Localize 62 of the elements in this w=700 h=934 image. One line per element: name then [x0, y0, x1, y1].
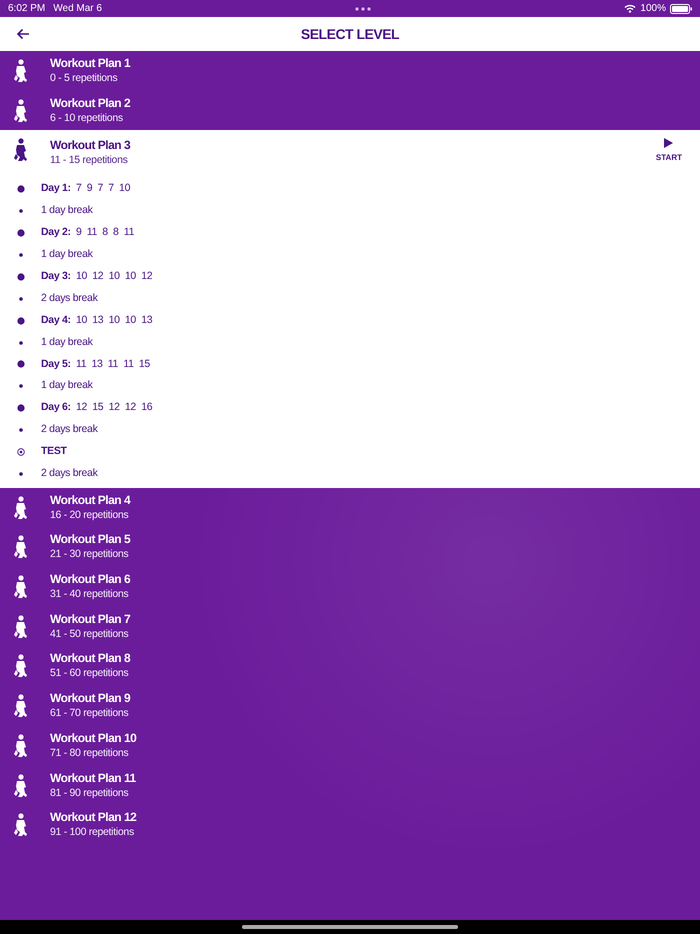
workout-plan-item[interactable]: Workout Plan 7 41 - 50 repetitions	[0, 606, 700, 647]
target-icon	[16, 448, 24, 456]
day-schedule-text: Day 5: 11 13 11 11 15	[41, 356, 150, 372]
battery-icon	[670, 4, 692, 14]
small-dot-icon	[18, 384, 22, 388]
workout-plan-item[interactable]: Workout Plan 11 81 - 90 repetitions	[0, 766, 700, 806]
workout-plan-item[interactable]: Workout Plan 9 61 - 70 repetitions	[0, 686, 700, 726]
small-dot-icon	[18, 296, 22, 301]
workout-plan-item[interactable]: Workout Plan 6 31 - 40 repetitions	[0, 567, 700, 607]
day-schedule-text: Day 2: 9 11 8 8 11	[41, 225, 134, 240]
back-arrow-icon	[16, 28, 30, 40]
runner-icon	[12, 535, 29, 560]
runner-icon	[12, 575, 29, 600]
day-schedule-text: Day 6: 12 15 12 12 16	[41, 400, 152, 416]
runner-icon	[12, 694, 29, 718]
battery-percent: 100%	[640, 2, 666, 16]
workout-plan-item[interactable]: Workout Plan 3 11 - 15 repetitions START	[0, 130, 700, 178]
day-schedule-text: Day 4: 10 13 10 10 13	[41, 312, 152, 328]
bullet-icon	[16, 185, 24, 194]
break-text: 1 day break	[41, 334, 93, 350]
small-dot-icon	[18, 428, 22, 432]
break-text: 1 day break	[41, 378, 93, 394]
workout-plan-item[interactable]: Workout Plan 4 16 - 20 repetitions	[0, 488, 700, 528]
day-schedule-text: Day 3: 10 12 10 10 12	[41, 269, 152, 284]
runner-icon	[12, 774, 29, 798]
runner-icon	[12, 734, 29, 758]
wifi-icon	[624, 4, 636, 13]
test-label: TEST	[41, 444, 67, 460]
bullet-icon	[16, 404, 24, 412]
runner-icon	[12, 614, 29, 639]
break-text: 1 day break	[41, 203, 93, 218]
workout-plan-item[interactable]: Workout Plan 8 51 - 60 repetitions	[0, 646, 700, 686]
runner-icon	[12, 58, 29, 83]
small-dot-icon	[18, 472, 22, 476]
bullet-icon	[16, 316, 24, 325]
runner-icon	[12, 654, 29, 678]
screen-title: SELECT LEVEL	[300, 24, 400, 44]
day-schedule-text: Day 1: 7 9 7 7 10	[41, 181, 130, 196]
workout-plan-item[interactable]: Workout Plan 10 71 - 80 repetitions	[0, 726, 700, 766]
runner-icon	[12, 496, 29, 520]
runner-icon	[12, 98, 29, 123]
status-time: 6:02 PM	[8, 2, 46, 16]
status-date: Wed Mar 6	[53, 2, 102, 16]
workout-plan-item[interactable]: Workout Plan 5 21 - 30 repetitions	[0, 528, 700, 568]
workout-plan-item[interactable]: Workout Plan 2 6 - 10 repetitions	[0, 90, 700, 130]
workout-plan-item[interactable]: Workout Plan 1 0 - 5 repetitions	[0, 51, 700, 91]
bullet-icon	[16, 272, 24, 281]
play-icon	[664, 138, 674, 148]
workout-plan-item[interactable]: Workout Plan 12 91 - 100 repetitions	[0, 805, 700, 846]
break-text: 1 day break	[41, 247, 93, 262]
small-dot-icon	[18, 209, 22, 214]
break-text: 2 days break	[41, 290, 98, 306]
bullet-icon	[16, 360, 24, 368]
more-dots-icon	[355, 6, 372, 10]
bullet-icon	[16, 229, 24, 238]
break-text: 2 days break	[41, 422, 98, 438]
small-dot-icon	[18, 340, 22, 345]
small-dot-icon	[18, 252, 22, 257]
runner-icon	[12, 138, 29, 162]
break-text: 2 days break	[41, 466, 98, 482]
runner-icon	[12, 813, 29, 838]
start-button[interactable]: START	[656, 138, 682, 164]
